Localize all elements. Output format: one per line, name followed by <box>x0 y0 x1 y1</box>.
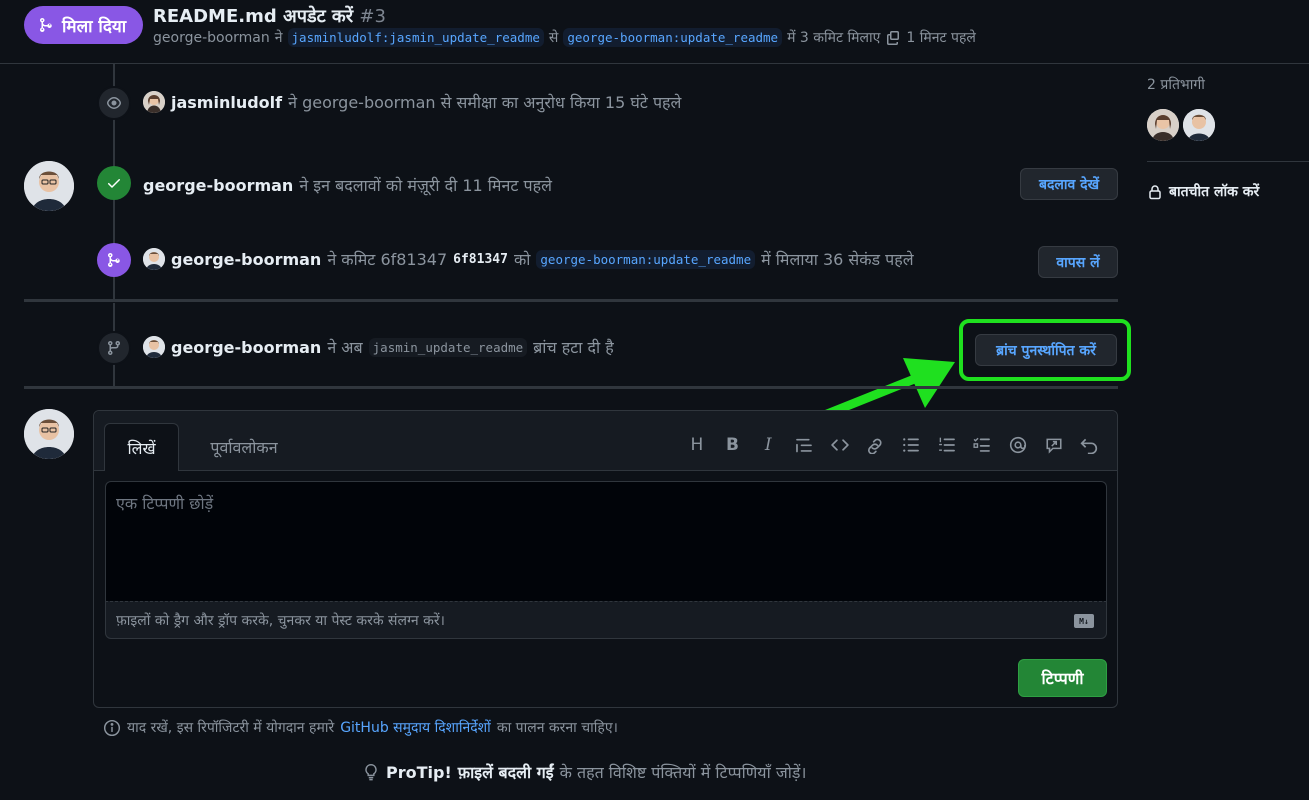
copy-icon[interactable] <box>885 30 901 46</box>
contribution-note: याद रखें, इस रिपॉजिटरी में योगदान हमारे … <box>103 718 618 737</box>
event-user[interactable]: george-boorman <box>171 338 321 357</box>
editor-tabbar: लिखें पूर्वावलोकन H B I <box>94 411 1117 471</box>
participants-label: 2 प्रतिभागी <box>1147 77 1205 93</box>
merge-event: george-boorman ने कमिट 6f81347 6f81347 क… <box>143 248 914 270</box>
timeline-divider <box>24 299 1118 302</box>
markdown-toolbar: H B I <box>679 433 1107 457</box>
timeline-divider <box>24 386 1118 389</box>
highlight-box <box>959 319 1131 381</box>
event-user[interactable]: george-boorman <box>171 250 321 269</box>
head-branch-chip[interactable]: jasminludolf:jasmin_update_readme <box>287 28 544 47</box>
avatar[interactable] <box>143 248 165 270</box>
protip-text: के तहत विशिष्ट पंक्तियों में टिप्पणियाँ … <box>559 763 807 782</box>
eye-icon <box>107 97 121 109</box>
comment-placeholder: एक टिप्पणी छोड़ें <box>116 494 214 513</box>
avatar[interactable] <box>24 409 74 459</box>
files-changed-link[interactable]: फ़ाइलें बदली गईं <box>458 761 554 783</box>
file-attach-bar[interactable]: फ़ाइलों को ड्रैग और ड्रॉप करके, चुनकर या… <box>105 601 1107 639</box>
quote-icon[interactable] <box>786 433 822 457</box>
lock-icon <box>1149 184 1161 199</box>
bullet-list-icon[interactable] <box>893 433 929 457</box>
lightbulb-icon <box>365 763 377 781</box>
avatar[interactable] <box>1183 109 1215 141</box>
numbered-list-icon[interactable] <box>929 433 965 457</box>
pr-subtitle: george-boorman ने jasminludolf:jasmin_up… <box>153 28 976 47</box>
task-list-icon[interactable] <box>965 433 1001 457</box>
event-text: को <box>513 250 531 269</box>
pr-title: README.md अपडेट करें #3 <box>153 4 386 28</box>
branch-deleted-event: george-boorman ने अब jasmin_update_readm… <box>143 336 614 358</box>
word-se: से <box>548 30 559 46</box>
lock-conversation-link[interactable]: बातचीत लॉक करें <box>1147 182 1259 201</box>
event-user[interactable]: jasminludolf <box>171 93 282 112</box>
markdown-icon: M↓ <box>1074 614 1094 628</box>
word-ne: ने <box>274 30 283 46</box>
info-icon <box>103 719 121 736</box>
sidebar-divider <box>1147 161 1309 162</box>
avatar[interactable] <box>24 161 74 211</box>
event-text: ने कमिट 6f81347 <box>327 250 448 269</box>
event-text: ने george-boorman से समीक्षा का अनुरोध क… <box>288 93 682 112</box>
bold-icon[interactable]: B <box>715 433 751 457</box>
branch-icon-badge <box>97 331 131 365</box>
avatar[interactable] <box>143 91 165 113</box>
event-text: ने इन बदलावों को मंज़ूरी दी 11 मिनट पहले <box>299 176 552 195</box>
protip: ProTip! फ़ाइलें बदली गईं के तहत विशिष्ट … <box>362 761 806 783</box>
heading-icon[interactable]: H <box>679 433 715 457</box>
merge-icon <box>108 253 120 267</box>
comment-textarea[interactable]: एक टिप्पणी छोड़ें <box>105 481 1107 601</box>
event-text: ने अब <box>327 338 363 357</box>
event-user[interactable]: george-boorman <box>143 176 293 195</box>
base-branch-chip[interactable]: george-boorman:update_readme <box>563 28 783 47</box>
code-icon[interactable] <box>822 433 858 457</box>
avatar[interactable] <box>143 336 165 358</box>
merged-status-label: मिला दिया <box>62 16 127 37</box>
branch-chip: jasmin_update_readme <box>368 337 528 357</box>
community-guidelines-link[interactable]: GitHub समुदाय दिशानिर्देशों <box>340 718 491 737</box>
pr-author[interactable]: george-boorman <box>153 30 270 46</box>
check-icon-badge <box>97 166 131 200</box>
link-icon[interactable] <box>857 433 893 457</box>
merged-status-badge: मिला दिया <box>24 6 143 44</box>
eye-icon-badge <box>97 86 131 120</box>
note-text: का पालन करना चाहिए। <box>496 720 618 736</box>
mention-icon[interactable] <box>1000 433 1036 457</box>
pr-header: मिला दिया README.md अपडेट करें #3 george… <box>0 0 1309 64</box>
note-text: याद रखें, इस रिपॉजिटरी में योगदान हमारे <box>127 720 335 736</box>
pr-title-text: README.md अपडेट करें <box>153 6 354 27</box>
branch-chip[interactable]: george-boorman:update_readme <box>536 249 756 269</box>
event-text: ब्रांच हटा दी है <box>533 338 614 357</box>
pr-number: #3 <box>359 6 386 27</box>
git-branch-icon <box>107 341 120 356</box>
revert-button[interactable]: वापस लें <box>1038 246 1118 278</box>
italic-icon[interactable]: I <box>750 433 786 457</box>
commit-sha-link[interactable]: 6f81347 <box>453 252 508 267</box>
comment-submit-button[interactable]: टिप्पणी <box>1018 659 1107 697</box>
approval-event: george-boorman ने इन बदलावों को मंज़ूरी … <box>143 174 552 196</box>
review-request-event: jasminludolf ने george-boorman से समीक्ष… <box>143 91 681 113</box>
event-text: में मिलाया 36 सेकंड पहले <box>761 250 914 269</box>
check-icon <box>107 179 120 188</box>
avatar[interactable] <box>1147 109 1179 141</box>
view-changes-button[interactable]: बदलाव देखें <box>1020 168 1118 200</box>
merge-icon-badge <box>97 243 131 277</box>
undo-icon[interactable] <box>1072 433 1108 457</box>
merge-summary: में 3 कमिट मिलाए <box>787 30 881 46</box>
protip-label: ProTip! <box>386 762 452 782</box>
merge-time: 1 मिनट पहले <box>906 30 976 46</box>
attach-hint: फ़ाइलों को ड्रैग और ड्रॉप करके, चुनकर या… <box>116 613 445 629</box>
reference-icon[interactable] <box>1036 433 1072 457</box>
tab-write[interactable]: लिखें <box>104 423 179 471</box>
lock-conversation-label: बातचीत लॉक करें <box>1169 184 1260 200</box>
comment-composer: लिखें पूर्वावलोकन H B I एक टिप्पणी छोड़े… <box>93 410 1118 708</box>
merge-icon <box>40 18 52 32</box>
tab-preview[interactable]: पूर्वावलोकन <box>194 423 294 471</box>
